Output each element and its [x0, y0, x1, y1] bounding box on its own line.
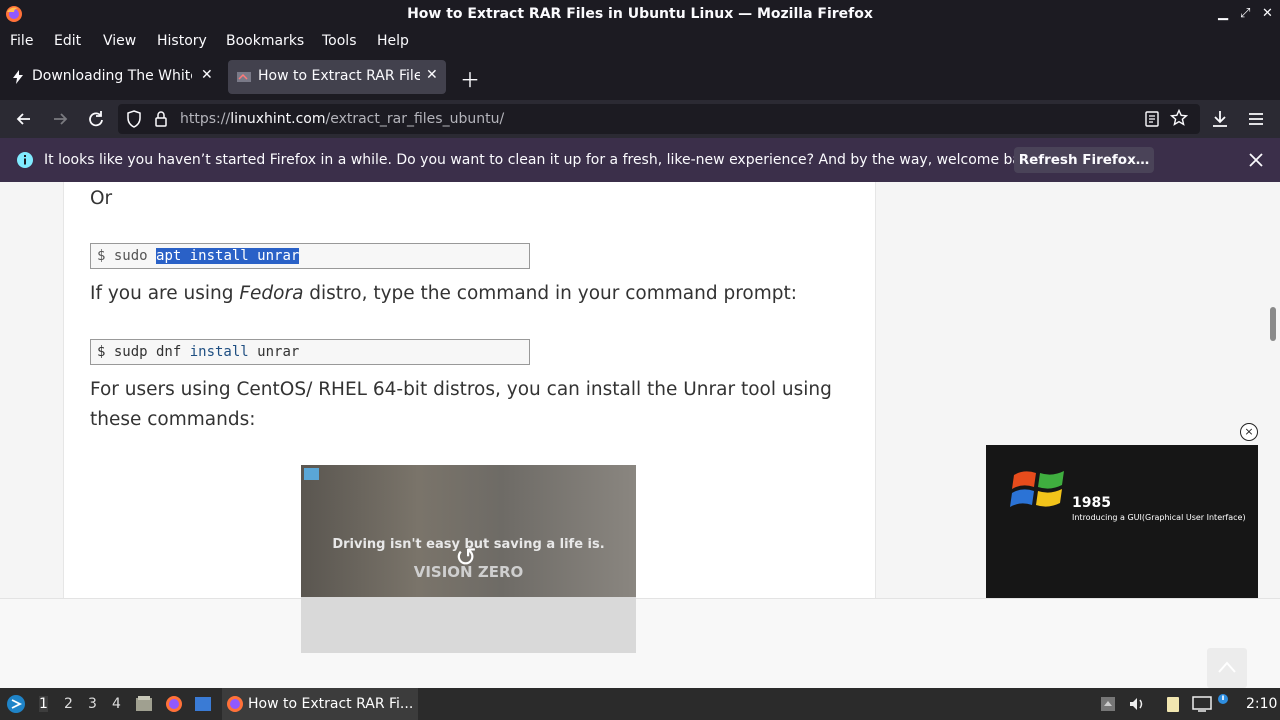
- clock: 2:10: [1246, 696, 1278, 712]
- notification-bar: It looks like you haven’t started Firefo…: [0, 138, 1280, 182]
- code-prompt: $ sudp dnf: [97, 344, 190, 360]
- update-notification-icon[interactable]: [1217, 693, 1229, 705]
- workspace-3[interactable]: 3: [88, 696, 97, 712]
- window-titlebar: How to Extract RAR Files in Ubuntu Linux…: [0, 0, 1280, 29]
- side-video-ad[interactable]: 1985 Introducing a GUI(Graphical User In…: [986, 445, 1258, 598]
- selected-code: apt install unrar: [156, 248, 300, 264]
- menu-help[interactable]: Help: [377, 33, 409, 49]
- info-icon: [17, 152, 33, 168]
- paragraph-centos-line2: these commands:: [90, 409, 256, 430]
- page-lower-band: [0, 598, 1280, 688]
- reload-icon[interactable]: [86, 109, 106, 129]
- url-bar[interactable]: https://linuxhint.com/extract_rar_files_…: [118, 104, 1200, 134]
- ad-year: 1985: [1072, 495, 1111, 511]
- task-label: How to Extract RAR Fi...: [248, 696, 414, 712]
- start-menu-icon[interactable]: [6, 694, 26, 714]
- tab-label: Downloading The White House: [32, 68, 192, 84]
- chevron-up-icon: [1218, 661, 1236, 673]
- fedora-emphasis: Fedora: [239, 283, 304, 304]
- scroll-to-top-button[interactable]: [1207, 648, 1247, 688]
- fedora-pre: If you are using: [90, 283, 240, 304]
- minimize-icon[interactable]: ▁: [1218, 6, 1228, 21]
- shield-icon[interactable]: [126, 110, 142, 128]
- bookmark-star-icon[interactable]: [1170, 109, 1188, 127]
- tray-eject-icon[interactable]: [1100, 696, 1116, 712]
- maximize-icon[interactable]: ⤢: [1240, 6, 1250, 21]
- url-path: /extract_rar_files_ubuntu/: [325, 111, 505, 127]
- tab-strip: Downloading The White House ✕ How to Ext…: [0, 54, 1280, 100]
- back-icon[interactable]: [14, 109, 34, 129]
- page-viewport: Or $ sudo apt install unrar If you are u…: [0, 182, 1280, 688]
- ad-badge-icon: [304, 468, 319, 480]
- firefox-launcher-icon[interactable]: [165, 695, 183, 713]
- menu-edit[interactable]: Edit: [54, 33, 81, 49]
- menu-tools[interactable]: Tools: [322, 33, 357, 49]
- reader-view-icon[interactable]: [1144, 110, 1160, 128]
- video-overlay: [301, 597, 636, 653]
- menu-history[interactable]: History: [157, 33, 207, 49]
- tab-downloading[interactable]: Downloading The White House ✕: [2, 60, 224, 94]
- desktop-icon[interactable]: [194, 695, 212, 713]
- lightning-icon: [13, 70, 23, 84]
- menu-bar: File Edit View History Bookmarks Tools H…: [0, 29, 1280, 54]
- site-favicon-icon: [237, 72, 251, 82]
- workspace-2[interactable]: 2: [64, 696, 73, 712]
- navigation-toolbar: https://linuxhint.com/extract_rar_files_…: [0, 100, 1280, 138]
- video-ad-player[interactable]: Driving isn't easy but saving a life is.…: [301, 465, 636, 653]
- refresh-firefox-button[interactable]: Refresh Firefox…: [1014, 147, 1154, 173]
- tab-close-icon[interactable]: ✕: [426, 67, 438, 83]
- windows-logo-icon: [1010, 471, 1064, 507]
- ad-subtitle: Introducing a GUI(Graphical User Interfa…: [1072, 513, 1246, 522]
- menu-view[interactable]: View: [103, 33, 136, 49]
- menu-bookmarks[interactable]: Bookmarks: [226, 33, 304, 49]
- taskbar-window-firefox[interactable]: How to Extract RAR Fi...: [222, 688, 418, 720]
- page-scrollbar[interactable]: [1270, 307, 1276, 341]
- tab-extract-rar[interactable]: How to Extract RAR Files ✕: [228, 60, 446, 94]
- notification-text: It looks like you haven’t started Firefo…: [44, 152, 1043, 168]
- paragraph-fedora: If you are using Fedora distro, type the…: [90, 279, 797, 309]
- replay-icon[interactable]: ↺: [455, 543, 477, 573]
- tab-label: How to Extract RAR Files: [258, 68, 420, 84]
- paragraph-or: Or: [90, 188, 113, 209]
- clipboard-icon[interactable]: [1164, 695, 1182, 713]
- app-menu-icon[interactable]: [1246, 109, 1266, 129]
- workspace-1[interactable]: 1: [39, 696, 48, 712]
- paragraph-centos-line1: For users using CentOS/ RHEL 64-bit dist…: [90, 379, 832, 400]
- tab-close-icon[interactable]: ✕: [201, 67, 213, 83]
- volume-icon[interactable]: [1128, 696, 1146, 712]
- network-icon[interactable]: [1192, 695, 1212, 713]
- close-notification-icon[interactable]: [1248, 152, 1264, 168]
- code-block-apt[interactable]: $ sudo apt install unrar: [90, 243, 530, 269]
- menu-file[interactable]: File: [10, 33, 33, 49]
- code-block-dnf[interactable]: $ sudp dnf install unrar: [90, 339, 530, 365]
- window-title: How to Extract RAR Files in Ubuntu Linux…: [407, 6, 873, 22]
- workspace-4[interactable]: 4: [112, 696, 121, 712]
- url-prefix: https://: [180, 111, 231, 127]
- close-icon[interactable]: ✕: [1262, 6, 1273, 21]
- code-rest: unrar: [248, 344, 300, 360]
- lock-icon[interactable]: [154, 110, 168, 128]
- close-ad-icon[interactable]: ×: [1240, 423, 1258, 441]
- code-prompt: $ sudo: [97, 248, 157, 264]
- forward-icon[interactable]: [50, 109, 70, 129]
- system-taskbar: 1 2 3 4 How to Extract RAR Fi... 2:10: [0, 688, 1280, 720]
- downloads-icon[interactable]: [1210, 109, 1230, 129]
- url-domain: linuxhint.com: [230, 111, 326, 127]
- file-manager-icon[interactable]: [135, 695, 153, 713]
- url-text[interactable]: https://linuxhint.com/extract_rar_files_…: [180, 111, 504, 127]
- code-keyword: install: [189, 344, 249, 360]
- new-tab-icon[interactable]: ＋: [460, 64, 480, 93]
- fedora-post: distro, type the command in your command…: [303, 283, 797, 304]
- firefox-task-icon: [227, 696, 243, 712]
